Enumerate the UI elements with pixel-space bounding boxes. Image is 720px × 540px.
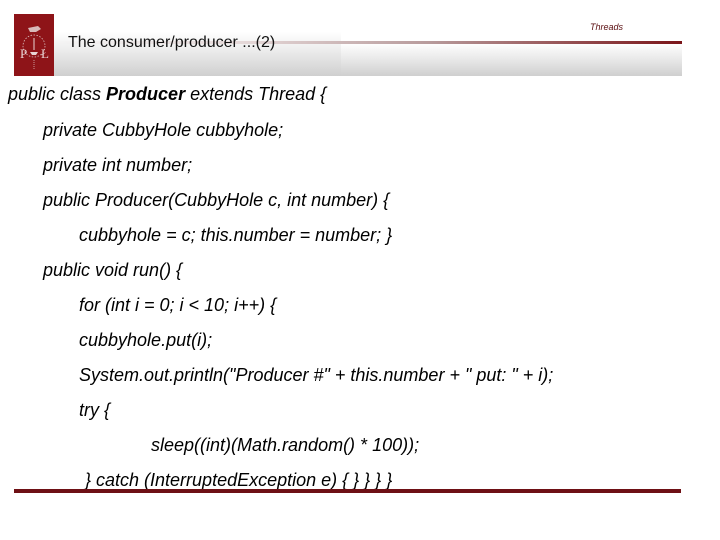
code-line: public Producer(CubbyHole c, int number)… <box>43 190 390 210</box>
code-line: try { <box>79 400 111 420</box>
class-name: Producer <box>106 84 186 104</box>
code-line: cubbyhole = c; this.number = number; } <box>79 225 393 245</box>
code-line: for (int i = 0; i < 10; i++) { <box>79 295 277 315</box>
code-line: sleep((int)(Math.random() * 100)); <box>151 435 420 455</box>
code-line: cubbyhole.put(i); <box>79 330 213 350</box>
slide-title: The consumer/producer ...(2) <box>68 34 276 51</box>
footer-divider <box>14 489 681 493</box>
code-text: public class <box>8 84 107 104</box>
svg-text:Ł: Ł <box>41 46 49 61</box>
header-band-right <box>341 43 682 76</box>
code-line: private CubbyHole cubbyhole; <box>43 120 284 140</box>
code-line: public void run() { <box>43 260 183 280</box>
code-text: extends Thread { <box>185 84 327 104</box>
crest-icon: P Ł <box>20 26 49 70</box>
code-line: System.out.println("Producer #" + this.n… <box>79 365 554 385</box>
code-line: public class Producer extends Thread { <box>8 82 326 106</box>
section-label: Threads <box>590 22 624 32</box>
svg-text:P: P <box>20 46 27 61</box>
university-crest-logo: P Ł <box>14 14 54 76</box>
code-line: private int number; <box>43 155 193 175</box>
